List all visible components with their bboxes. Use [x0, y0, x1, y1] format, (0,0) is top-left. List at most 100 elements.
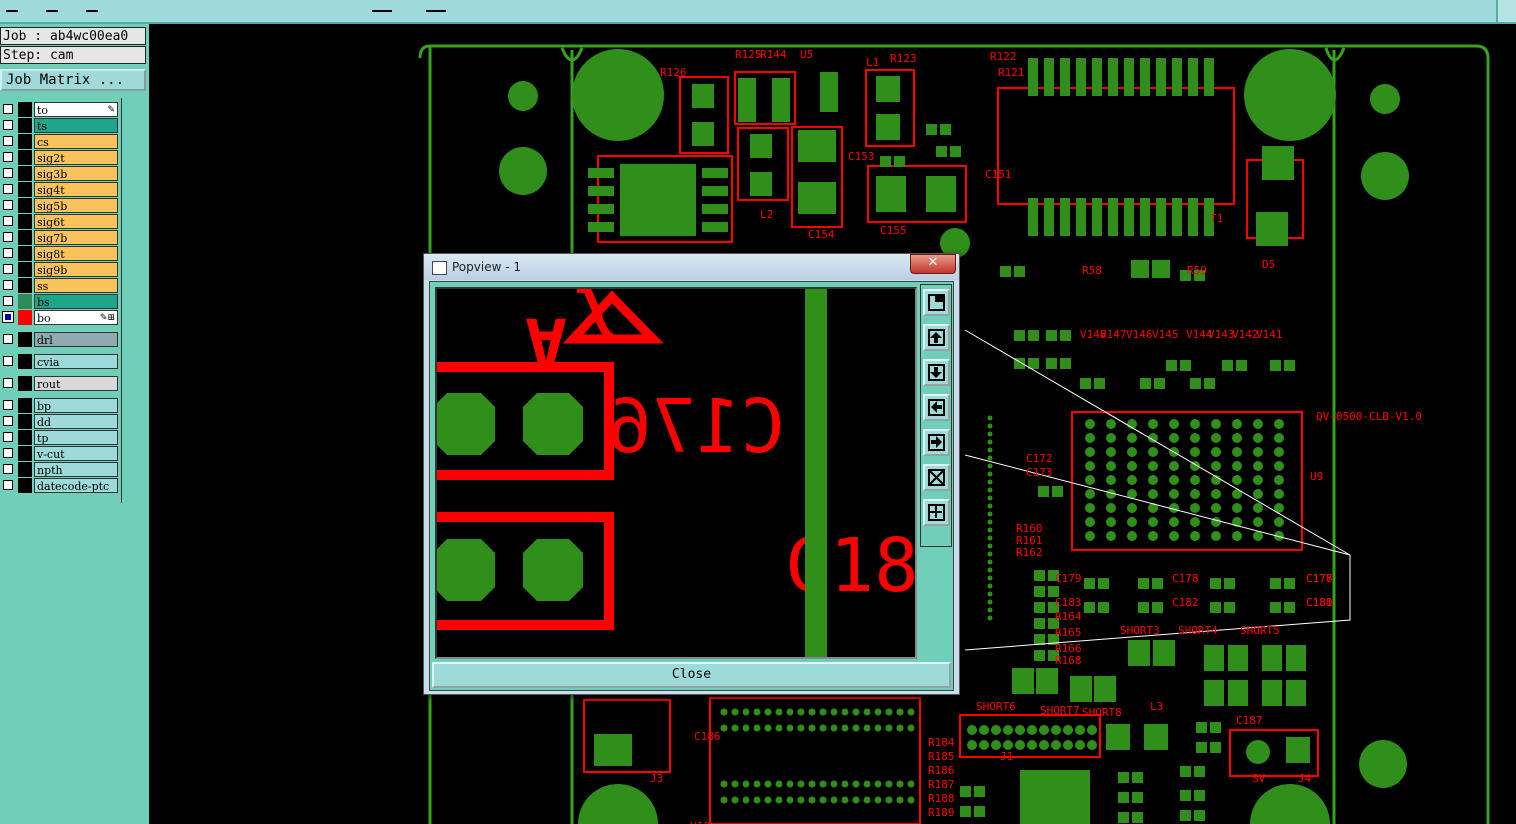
zoom-region-icon[interactable]: [923, 289, 950, 316]
layer-name[interactable]: to ✎: [34, 102, 118, 117]
layer-row-sig4t[interactable]: sig4t: [0, 182, 118, 197]
zoom-fit-icon[interactable]: [923, 499, 950, 526]
layer-color-swatch[interactable]: [18, 414, 32, 429]
layer-name[interactable]: drl: [34, 332, 118, 347]
layer-name[interactable]: sig5b: [34, 198, 118, 213]
layer-color-swatch[interactable]: [18, 134, 32, 149]
layer-row-sig7b[interactable]: sig7b: [0, 230, 118, 245]
layer-checkbox[interactable]: [3, 136, 13, 146]
layer-color-swatch[interactable]: [18, 430, 32, 445]
layer-color-swatch[interactable]: [18, 166, 32, 181]
layer-name[interactable]: sig4t: [34, 182, 118, 197]
layer-checkbox[interactable]: [3, 120, 13, 130]
layer-name[interactable]: dd: [34, 414, 118, 429]
layer-row-to[interactable]: to ✎: [0, 102, 118, 117]
layer-row-bp[interactable]: bp: [0, 398, 118, 413]
layer-name[interactable]: sig3b: [34, 166, 118, 181]
layer-row-tp[interactable]: tp: [0, 430, 118, 445]
layer-color-swatch[interactable]: [18, 446, 32, 461]
layer-color-swatch[interactable]: [18, 246, 32, 261]
layer-name[interactable]: bp: [34, 398, 118, 413]
layer-row-dd[interactable]: dd: [0, 414, 118, 429]
layer-name[interactable]: sig8t: [34, 246, 118, 261]
layer-color-swatch[interactable]: [18, 478, 32, 493]
job-matrix-button[interactable]: Job Matrix ...: [0, 69, 146, 91]
layer-checkbox[interactable]: [3, 480, 13, 490]
layer-checkbox[interactable]: [3, 264, 13, 274]
layer-row-drl[interactable]: drl: [0, 332, 118, 347]
zoom-out-icon[interactable]: [923, 464, 950, 491]
layer-color-swatch[interactable]: [18, 150, 32, 165]
layer-row-v-cut[interactable]: v-cut: [0, 446, 118, 461]
layer-name[interactable]: cvia: [34, 354, 118, 369]
layer-color-swatch[interactable]: [18, 198, 32, 213]
layer-row-ss[interactable]: ss: [0, 278, 118, 293]
layer-color-swatch[interactable]: [18, 332, 32, 347]
layer-row-bs[interactable]: bs: [0, 294, 118, 309]
layer-checkbox[interactable]: [2, 311, 14, 323]
layer-row-datecode-ptc[interactable]: datecode-ptc: [0, 478, 118, 493]
layer-row-sig9b[interactable]: sig9b: [0, 262, 118, 277]
layer-checkbox[interactable]: [3, 216, 13, 226]
layer-checkbox[interactable]: [3, 200, 13, 210]
layer-color-swatch[interactable]: [18, 262, 32, 277]
layer-checkbox[interactable]: [3, 152, 13, 162]
layer-row-sig6t[interactable]: sig6t: [0, 214, 118, 229]
layer-color-swatch[interactable]: [18, 182, 32, 197]
layer-row-sig5b[interactable]: sig5b: [0, 198, 118, 213]
layer-color-swatch[interactable]: [18, 398, 32, 413]
layer-row-cvia[interactable]: cvia: [0, 354, 118, 369]
layer-checkbox[interactable]: [3, 416, 13, 426]
close-button[interactable]: Close: [432, 662, 951, 688]
layer-row-sig3b[interactable]: sig3b: [0, 166, 118, 181]
layer-color-swatch[interactable]: [18, 118, 32, 133]
layer-color-swatch[interactable]: [18, 278, 32, 293]
layer-checkbox[interactable]: [3, 248, 13, 258]
layer-checkbox[interactable]: [3, 432, 13, 442]
layer-color-swatch[interactable]: [18, 230, 32, 245]
layer-checkbox[interactable]: [3, 280, 13, 290]
layer-row-sig8t[interactable]: sig8t: [0, 246, 118, 261]
pan-right-icon[interactable]: [923, 429, 950, 456]
layer-name[interactable]: tp: [34, 430, 118, 445]
layer-checkbox[interactable]: [3, 104, 13, 114]
pan-up-icon[interactable]: [923, 324, 950, 351]
layer-checkbox[interactable]: [3, 168, 13, 178]
layer-row-bo[interactable]: bo ✎⊞: [0, 310, 118, 325]
layer-checkbox[interactable]: [3, 334, 13, 344]
layer-row-cs[interactable]: cs: [0, 134, 118, 149]
layer-name[interactable]: ss: [34, 278, 118, 293]
layer-name[interactable]: rout: [34, 376, 118, 391]
pan-down-icon[interactable]: [923, 359, 950, 386]
layer-name[interactable]: sig7b: [34, 230, 118, 245]
layer-color-swatch[interactable]: [18, 102, 32, 117]
layer-color-swatch[interactable]: [18, 354, 32, 369]
layer-color-swatch[interactable]: [18, 462, 32, 477]
layer-color-swatch[interactable]: [18, 376, 32, 391]
layer-checkbox[interactable]: [3, 296, 13, 306]
layer-name[interactable]: sig6t: [34, 214, 118, 229]
layer-name[interactable]: sig2t: [34, 150, 118, 165]
layer-name[interactable]: sig9b: [34, 262, 118, 277]
layer-checkbox[interactable]: [3, 184, 13, 194]
layer-row-npth[interactable]: npth: [0, 462, 118, 477]
layer-checkbox[interactable]: [3, 464, 13, 474]
layer-row-ts[interactable]: ts: [0, 118, 118, 133]
layer-checkbox[interactable]: [3, 378, 13, 388]
layer-checkbox[interactable]: [3, 400, 13, 410]
layer-name[interactable]: datecode-ptc: [34, 478, 118, 493]
layer-checkbox[interactable]: [3, 232, 13, 242]
layer-name[interactable]: bo ✎⊞: [34, 310, 118, 325]
layer-color-swatch[interactable]: [18, 310, 32, 325]
layer-name[interactable]: cs: [34, 134, 118, 149]
close-icon[interactable]: ✕: [910, 254, 956, 274]
layer-row-rout[interactable]: rout: [0, 376, 118, 391]
layer-name[interactable]: bs: [34, 294, 118, 309]
layer-color-swatch[interactable]: [18, 294, 32, 309]
layer-name[interactable]: v-cut: [34, 446, 118, 461]
pan-left-icon[interactable]: [923, 394, 950, 421]
layer-checkbox[interactable]: [3, 356, 13, 366]
layer-checkbox[interactable]: [3, 448, 13, 458]
layer-name[interactable]: npth: [34, 462, 118, 477]
layer-color-swatch[interactable]: [18, 214, 32, 229]
